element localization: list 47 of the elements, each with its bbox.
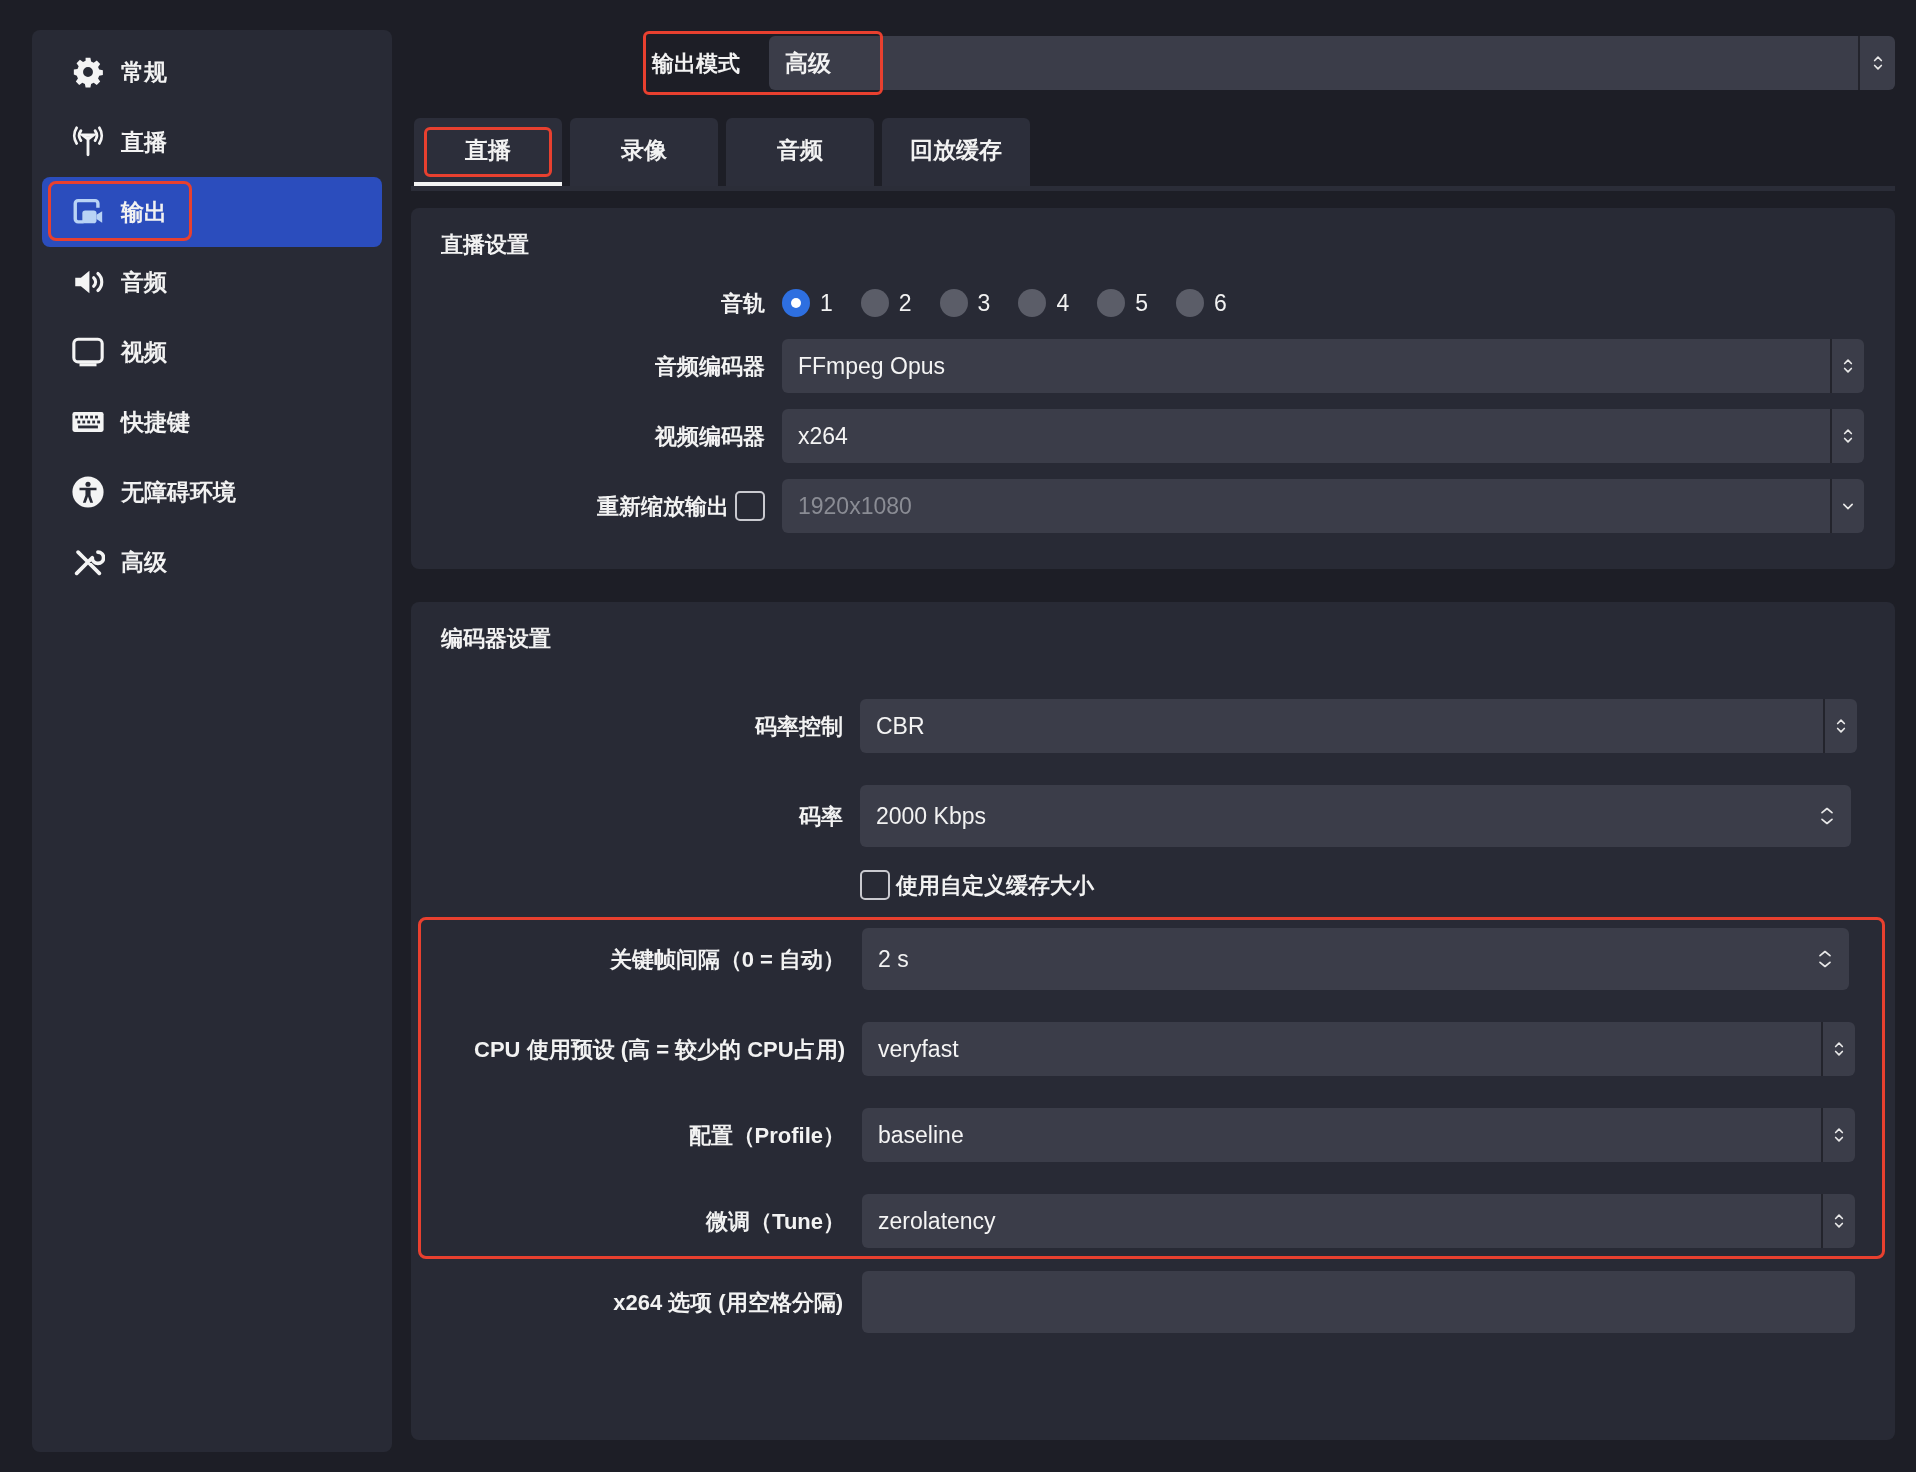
field-label: 视频编码器	[653, 422, 765, 451]
field-label: x264 选项 (用空格分隔)	[612, 1288, 843, 1317]
field-label: 码率	[798, 802, 843, 831]
sidebar-item[interactable]: 高级	[42, 527, 382, 597]
dropdown[interactable]: FFmpeg Opus	[782, 339, 1864, 393]
dropdown[interactable]: CBR	[860, 699, 1857, 753]
field-label: 音频编码器	[654, 352, 765, 381]
dropdown[interactable]: x264	[782, 409, 1864, 463]
radio-option[interactable]: 1	[782, 285, 833, 321]
antenna-icon	[71, 125, 105, 159]
sidebar-item[interactable]: 直播	[42, 107, 382, 177]
dropdown[interactable]: baseline	[862, 1108, 1855, 1162]
radio-option[interactable]: 4	[1018, 285, 1070, 321]
field-label: 音轨	[720, 289, 765, 318]
radio-option[interactable]: 3	[939, 285, 991, 321]
spin-field[interactable]: 2000 Kbps	[860, 785, 1851, 847]
tab[interactable]: 音频	[726, 118, 874, 186]
spin-field[interactable]: 2 s	[862, 928, 1849, 990]
tab[interactable]: 直播	[414, 118, 562, 186]
checkbox[interactable]	[860, 870, 890, 900]
field-label: 关键帧间隔（0 = 自动）	[608, 945, 845, 974]
field-label: 码率控制	[754, 712, 843, 741]
sidebar-item[interactable]: 快捷键	[42, 387, 382, 457]
radio-option[interactable]: 5	[1097, 285, 1148, 321]
monitor-icon	[71, 335, 105, 369]
section-title: 直播设置	[440, 231, 530, 259]
sidebar-item[interactable]: 视频	[42, 317, 382, 387]
field-label: CPU 使用预设 (高 = 较少的 CPU占用)	[473, 1035, 845, 1064]
sidebar-item[interactable]: 常规	[42, 37, 382, 107]
accessibility-icon	[71, 475, 105, 509]
checkbox-option[interactable]: 使用自定义缓存大小	[860, 868, 1094, 902]
tab[interactable]: 回放缓存	[882, 118, 1030, 186]
gear-icon	[71, 55, 105, 89]
output-mode-label: 输出模式	[650, 49, 741, 78]
field-label: 重新缩放输出	[597, 492, 729, 521]
output-mode-dropdown[interactable]: 高级	[769, 36, 1895, 90]
sidebar-item[interactable]: 无障碍环境	[42, 457, 382, 527]
field-label: 微调（Tune）	[704, 1207, 845, 1236]
dropdown[interactable]: veryfast	[862, 1022, 1855, 1076]
sidebar-item[interactable]: 输出	[42, 177, 382, 247]
tab[interactable]: 录像	[570, 118, 718, 186]
dropdown[interactable]: zerolatency	[862, 1194, 1855, 1248]
sidebar-item[interactable]: 音频	[42, 247, 382, 317]
radio-option[interactable]: 6	[1176, 285, 1227, 321]
radio-option[interactable]: 2	[860, 285, 912, 321]
section-title: 编码器设置	[440, 625, 552, 653]
field-label: 配置（Profile）	[687, 1121, 845, 1150]
